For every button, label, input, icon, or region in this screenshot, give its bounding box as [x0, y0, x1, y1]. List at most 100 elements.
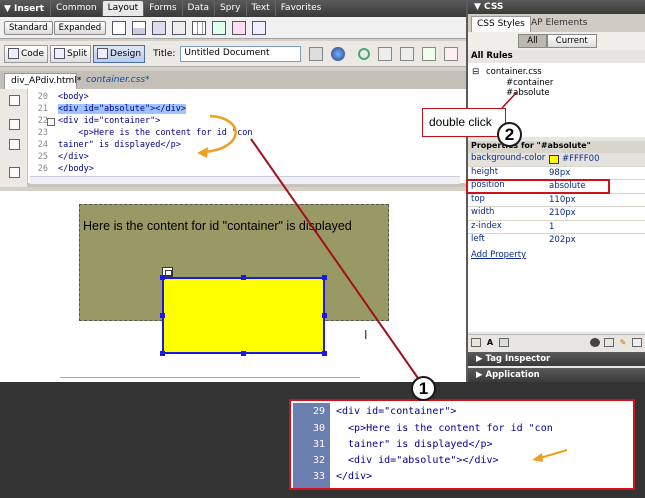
ap-elements-icon[interactable]	[252, 20, 267, 35]
code-line: </div>	[58, 152, 89, 162]
resize-handle[interactable]	[160, 313, 165, 318]
expand-all-icon[interactable]	[9, 167, 20, 178]
line-number: 29	[312, 406, 325, 417]
sort-az-icon[interactable]: A	[485, 338, 495, 347]
absolute-ap-div[interactable]	[162, 277, 325, 354]
visual-aids-icon[interactable]	[400, 46, 415, 61]
collapse-selection-icon[interactable]	[9, 139, 20, 150]
open-documents-icon[interactable]	[9, 95, 20, 106]
tree-item-absolute[interactable]: #absolute	[506, 88, 550, 98]
table-icon[interactable]	[192, 20, 207, 35]
code-lines[interactable]: <body> <div id="absolute"></div> <div id…	[58, 91, 438, 175]
layout-table-icon[interactable]	[132, 20, 147, 35]
show-set-properties-icon[interactable]	[499, 338, 509, 347]
property-name: width	[471, 207, 495, 217]
color-swatch[interactable]	[549, 154, 559, 164]
line-number: 33	[312, 471, 325, 482]
property-row[interactable]: top 110px	[468, 193, 645, 207]
split-view-button[interactable]: Split	[50, 44, 92, 63]
insert-bar-title[interactable]: ▼ Insert	[0, 4, 50, 14]
draw-ap-div-icon[interactable]	[112, 20, 127, 35]
tab-data[interactable]: Data	[181, 1, 215, 16]
tab-favorites[interactable]: Favorites	[274, 1, 327, 16]
property-row[interactable]: background-color #FFFF00	[468, 153, 645, 167]
document-tabs: div_APdiv.html* container.css*	[0, 71, 466, 89]
snippet-line: <p>Here is the content for id "con	[336, 423, 553, 434]
tab-ap-elements[interactable]: AP Elements	[526, 16, 592, 32]
resize-handle[interactable]	[322, 275, 327, 280]
tab-css-styles[interactable]: CSS Styles	[471, 16, 531, 32]
css-panel-header[interactable]: ▼ CSS	[468, 0, 645, 14]
code-view-pane[interactable]: 20 21 22 23 24 25 26 <body> <div id="abs…	[0, 89, 466, 187]
tab-div-apdiv-html[interactable]: div_APdiv.html*	[4, 73, 81, 89]
property-value[interactable]: #FFFF00	[562, 154, 600, 164]
current-mode-button[interactable]: Current	[546, 34, 597, 48]
edit-style-icon[interactable]: ✎	[618, 338, 628, 347]
attach-stylesheet-icon[interactable]	[590, 338, 600, 347]
tab-text[interactable]: Text	[245, 1, 275, 16]
snippet-line: tainer" is displayed</p>	[336, 439, 493, 450]
property-name: top	[471, 193, 485, 204]
resize-handle[interactable]	[241, 275, 246, 280]
tab-spry[interactable]: Spry	[214, 1, 245, 16]
step-badge-2: 2	[497, 122, 522, 147]
tree-item-container[interactable]: #container	[506, 78, 553, 88]
resize-handle[interactable]	[160, 351, 165, 356]
expanded-mode-button[interactable]: Expanded	[53, 20, 107, 35]
view-options-icon[interactable]	[378, 46, 393, 61]
code-view-button[interactable]: Code	[4, 44, 49, 63]
line-number: 24	[37, 140, 48, 150]
application-panel-header[interactable]: ▶ Application	[468, 368, 645, 382]
title-field[interactable]: Untitled Document	[180, 45, 302, 62]
code-line: </body>	[58, 164, 94, 174]
tab-container-css[interactable]: container.css*	[80, 73, 156, 89]
show-category-view-icon[interactable]	[471, 338, 481, 347]
file-management-icon[interactable]	[309, 46, 324, 61]
add-property-link[interactable]: Add Property	[471, 250, 526, 260]
collapse-full-tag-icon[interactable]	[9, 119, 20, 130]
code-line-selected: <div id="absolute"></div>	[58, 103, 438, 115]
property-value[interactable]: 110px	[546, 194, 645, 207]
standard-mode-button[interactable]: Standard	[4, 20, 53, 35]
validate-icon[interactable]	[422, 46, 437, 61]
resize-handle[interactable]	[160, 275, 165, 280]
refresh-icon[interactable]	[358, 47, 371, 60]
collapse-icon[interactable]: ⊟	[472, 67, 479, 77]
line-number: 30	[312, 423, 325, 434]
div-tag-icon[interactable]	[172, 20, 187, 35]
line-number: 23	[37, 128, 48, 138]
properties-table: background-color #FFFF00 height 98px pos…	[468, 153, 645, 248]
dreamweaver-document-area: ▼ Insert Common Layout Forms Data Spry T…	[0, 0, 466, 382]
property-value[interactable]: 210px	[546, 207, 645, 220]
tree-item-stylesheet[interactable]: container.css	[486, 67, 542, 77]
tab-forms[interactable]: Forms	[143, 1, 181, 16]
tag-inspector-header[interactable]: ▶ Tag Inspector	[468, 352, 645, 366]
selected-code: <div id="absolute"></div>	[58, 104, 186, 114]
code-line: <div id="container">	[58, 116, 161, 126]
frames-icon[interactable]	[152, 20, 167, 35]
property-value[interactable]: 98px	[546, 167, 645, 180]
tab-layout[interactable]: Layout	[101, 1, 144, 16]
design-view-pane[interactable]: Here is the content for id "container" i…	[0, 191, 466, 382]
browser-check-icon[interactable]	[444, 46, 459, 61]
property-row[interactable]: width 210px	[468, 207, 645, 221]
preview-globe-icon[interactable]	[331, 46, 346, 61]
properties-header: Properties for "#absolute"	[468, 141, 645, 153]
resize-handle[interactable]	[322, 313, 327, 318]
property-value[interactable]: 1	[546, 221, 645, 234]
resize-handle[interactable]	[241, 351, 246, 356]
document-toolbar: Code Split Design Title: Untitled Docume…	[0, 41, 466, 67]
resize-handle[interactable]	[322, 351, 327, 356]
code-horizontal-scrollbar[interactable]	[30, 176, 460, 184]
code-collapse-toggle[interactable]	[47, 118, 55, 126]
property-row[interactable]: z-index 1	[468, 220, 645, 234]
spry-tabs-icon[interactable]	[232, 20, 247, 35]
mode-switch: All Current	[468, 32, 645, 50]
delete-css-rule-icon[interactable]	[632, 338, 642, 347]
all-mode-button[interactable]: All	[518, 34, 547, 48]
spry-menu-icon[interactable]	[212, 20, 227, 35]
new-css-rule-icon[interactable]	[604, 338, 614, 347]
design-view-button[interactable]: Design	[93, 44, 146, 63]
property-row[interactable]: height 98px	[468, 166, 645, 180]
tab-common[interactable]: Common	[50, 1, 102, 16]
